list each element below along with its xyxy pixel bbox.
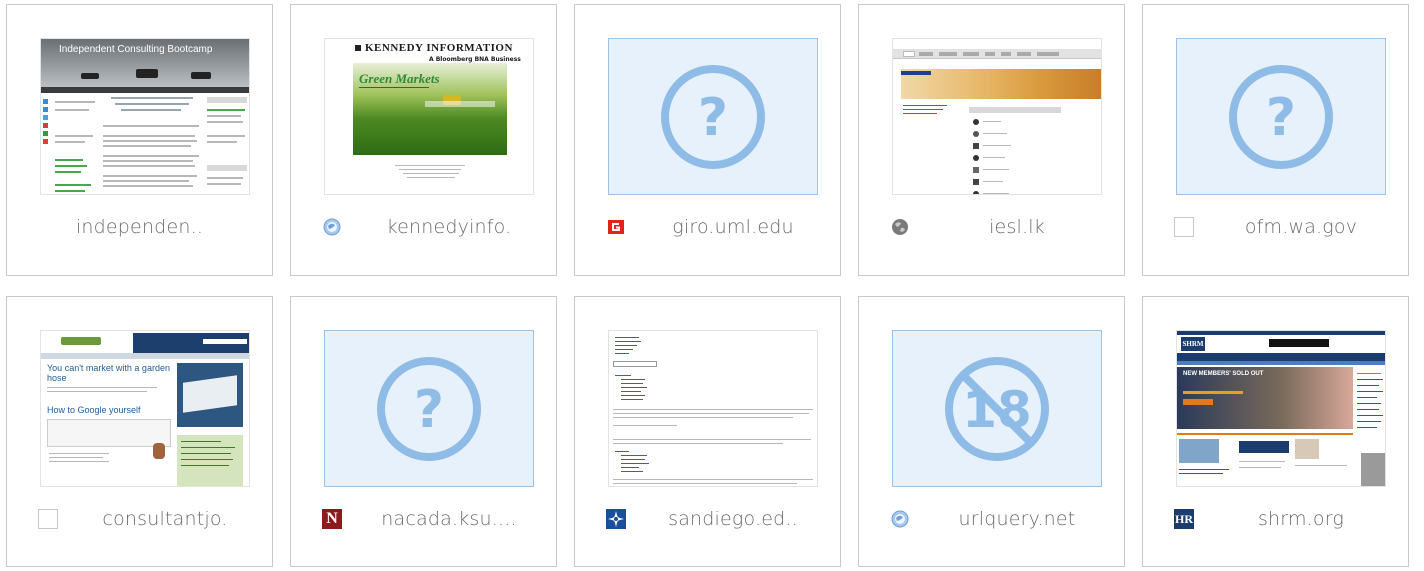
site-tile-nacada[interactable]: ? N nacada.ksu.... (290, 296, 557, 567)
site-tile-kennedyinfo[interactable]: KENNEDY INFORMATION A Bloomberg BNA Busi… (290, 4, 557, 276)
site-tile-ofm[interactable]: ? ofm.wa.gov (1142, 4, 1409, 276)
site-thumbnail[interactable] (608, 330, 818, 487)
site-tile-independent[interactable]: Independent Consulting Bootcamp independ… (6, 4, 273, 276)
n-logo-icon: N (322, 509, 342, 529)
thumb-brand: KENNEDY INFORMATION (365, 42, 513, 54)
question-placeholder-icon: ? (661, 64, 765, 169)
site-thumbnail[interactable]: ? (1176, 38, 1386, 195)
globe-icon (890, 509, 910, 529)
site-domain-label: shrm.org (1257, 508, 1345, 530)
site-domain-label: consultantjo. (102, 508, 228, 530)
blank-icon (38, 509, 58, 529)
site-thumbnail[interactable]: ? (324, 330, 534, 487)
site-domain-label: iesl.lk (989, 216, 1045, 238)
svg-text:?: ? (414, 380, 444, 440)
compass-icon (606, 509, 626, 529)
question-placeholder-icon: ? (377, 356, 481, 461)
age-restricted-icon: 18 (945, 356, 1049, 461)
site-domain-label: ofm.wa.gov (1244, 216, 1358, 238)
site-domain-label: nacada.ksu.... (381, 508, 517, 530)
site-tile-consultantjournal[interactable]: You can't market with a garden hose How … (6, 296, 273, 567)
site-tile-iesl[interactable]: iesl.lk (858, 4, 1125, 276)
site-thumbnail[interactable]: Independent Consulting Bootcamp (40, 38, 250, 195)
thumb-brand-sub: A Bloomberg BNA Business (429, 56, 521, 63)
thumb-headline: You can't market with a garden hose (47, 363, 170, 383)
site-thumbnail[interactable] (892, 38, 1102, 195)
site-tile-giro[interactable]: ? giro.uml.edu (574, 4, 841, 276)
svg-text:?: ? (698, 88, 728, 148)
site-domain-label: giro.uml.edu (672, 216, 794, 238)
thumb-title: Independent Consulting Bootcamp (59, 44, 213, 55)
site-tile-sandiego[interactable]: sandiego.ed.. (574, 296, 841, 567)
site-thumbnail[interactable]: 18 (892, 330, 1102, 487)
thumb-headline-2: How to Google yourself (47, 405, 141, 415)
earth-icon (890, 217, 910, 237)
site-domain-label: kennedyinfo. (386, 216, 512, 238)
site-domain-label: independen.. (75, 216, 204, 238)
site-thumbnail[interactable]: KENNEDY INFORMATION A Bloomberg BNA Busi… (324, 38, 534, 195)
svg-text:?: ? (1266, 88, 1296, 148)
site-domain-label: urlquery.net (958, 508, 1076, 530)
thumb-banner: NEW MEMBERS' SOLD OUT (1183, 371, 1264, 377)
hr-logo-icon: HR (1174, 509, 1194, 529)
site-thumbnail[interactable]: SHRM NEW MEMBERS' SOLD OUT (1176, 330, 1386, 487)
g-logo-icon (606, 217, 626, 237)
question-placeholder-icon: ? (1229, 64, 1333, 169)
site-domain-label: sandiego.ed.. (668, 508, 798, 530)
site-thumbnail[interactable]: You can't market with a garden hose How … (40, 330, 250, 487)
blank-icon (1174, 217, 1194, 237)
site-thumbnail[interactable]: ? (608, 38, 818, 195)
site-tile-urlquery[interactable]: 18 urlquery.net (858, 296, 1125, 567)
site-tile-shrm[interactable]: SHRM NEW MEMBERS' SOLD OUT HR shrm.org (1142, 296, 1409, 567)
thumb-tagline: Green Markets (359, 71, 440, 86)
thumb-logo: SHRM (1181, 337, 1205, 351)
globe-icon (322, 217, 342, 237)
